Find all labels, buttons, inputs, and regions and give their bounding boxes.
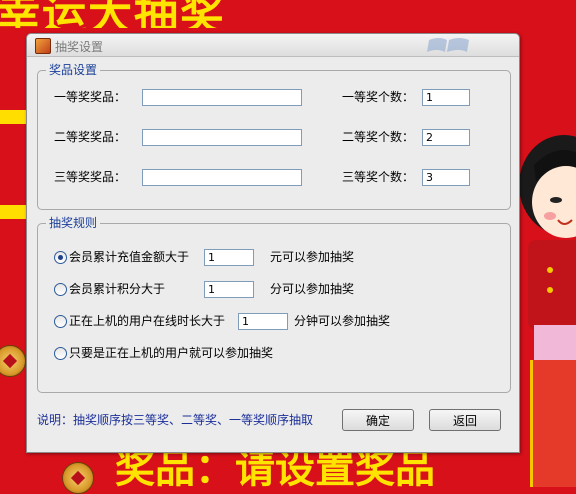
app-icon (35, 38, 51, 54)
third-prize-input[interactable] (142, 169, 302, 186)
third-prize-count-input[interactable] (422, 169, 470, 186)
lottery-rules-group: 抽奖规则 会员累计充值金额大于 元可以参加抽奖 会员累计积分大于 分可以参加抽奖… (37, 216, 511, 393)
draw-order-note: 说明：抽奖顺序按三等奖、二等奖、一等奖顺序抽取 (37, 413, 314, 427)
points-suffix-label: 分可以参加抽奖 (270, 282, 355, 296)
lottery-rules-title: 抽奖规则 (46, 216, 101, 230)
radio-button[interactable] (54, 315, 67, 328)
background-top-text: 幸运大抽奖 (0, 0, 226, 28)
third-prize-label: 三等奖奖品： (54, 170, 127, 184)
lottery-settings-dialog: 抽奖设置 奖品设置 一等奖奖品： 一等奖个数： 二等奖奖品： 二等奖个数： 三等… (26, 33, 520, 453)
recharge-amount-input[interactable] (204, 249, 254, 266)
prize-settings-title: 奖品设置 (46, 63, 101, 77)
ok-button[interactable]: 确定 (342, 409, 414, 431)
first-prize-count-input[interactable] (422, 89, 470, 106)
dialog-title: 抽奖设置 (55, 40, 104, 54)
radio-button[interactable] (54, 283, 67, 296)
second-prize-count-input[interactable] (422, 129, 470, 146)
second-prize-count-label: 二等奖个数： (342, 130, 415, 144)
rule-recharge-label: 会员累计充值金额大于 (69, 250, 190, 264)
second-prize-input[interactable] (142, 129, 302, 146)
recharge-suffix-label: 元可以参加抽奖 (270, 250, 355, 264)
background-stripe (0, 110, 26, 124)
background-stripe (0, 205, 26, 219)
online-minutes-input[interactable] (238, 313, 288, 330)
points-input[interactable] (204, 281, 254, 298)
gift-box-decoration (530, 360, 576, 487)
back-button[interactable]: 返回 (429, 409, 501, 431)
coin-decoration (0, 345, 26, 377)
rule-points-label: 会员累计积分大于 (69, 282, 166, 296)
rule-all-online-label: 只要是正在上机的用户就可以参加抽奖 (69, 346, 274, 360)
coin-decoration (62, 462, 94, 494)
online-time-suffix-label: 分钟可以参加抽奖 (294, 314, 391, 328)
radio-button[interactable] (54, 347, 67, 360)
windows-logo-icon (427, 38, 469, 52)
third-prize-count-label: 三等奖个数： (342, 170, 415, 184)
radio-button-checked[interactable] (54, 251, 67, 264)
second-prize-label: 二等奖奖品： (54, 130, 127, 144)
rule-online-time-label: 正在上机的用户在线时长大于 (69, 314, 226, 328)
prize-settings-group: 奖品设置 一等奖奖品： 一等奖个数： 二等奖奖品： 二等奖个数： 三等奖奖品： … (37, 63, 511, 210)
cartoon-girl-image (519, 135, 576, 365)
first-prize-count-label: 一等奖个数： (342, 90, 415, 104)
first-prize-label: 一等奖奖品： (54, 90, 127, 104)
first-prize-input[interactable] (142, 89, 302, 106)
dialog-titlebar[interactable]: 抽奖设置 (27, 34, 519, 57)
background-top-banner: 幸运大抽奖 (0, 0, 576, 28)
